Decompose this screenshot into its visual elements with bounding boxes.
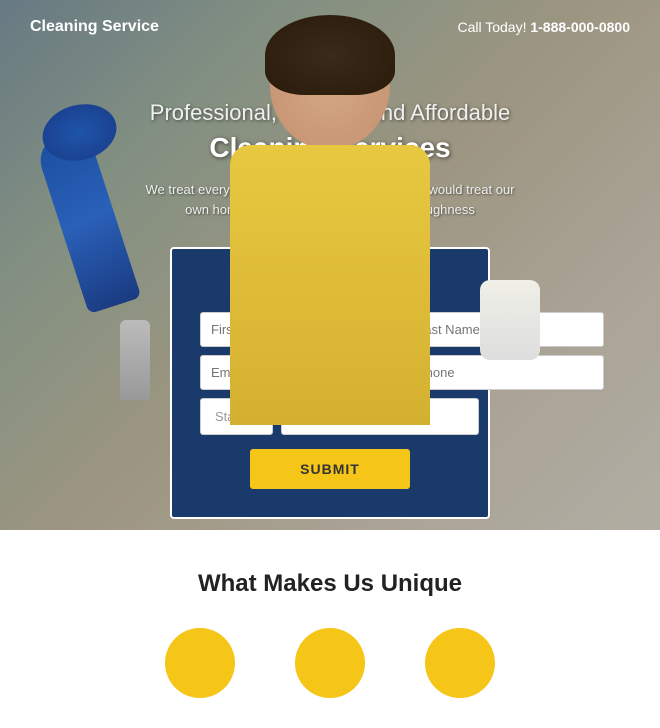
bottom-section: What Makes Us Unique [0, 530, 660, 728]
circle-item-1 [165, 628, 235, 708]
phone-display: Call Today! 1-888-000-0800 [457, 19, 630, 35]
phone-number: 1-888-000-0800 [530, 19, 630, 35]
circles-row [30, 628, 630, 708]
circle-item-2 [295, 628, 365, 708]
circle-icon-1 [165, 628, 235, 698]
site-logo: Cleaning Service [30, 18, 159, 36]
phone-label: Call Today! [457, 19, 526, 35]
hero-section: Cleaning Service Call Today! 1-888-000-0… [0, 0, 660, 530]
circle-item-3 [425, 628, 495, 708]
circle-icon-2 [295, 628, 365, 698]
phone-input[interactable] [406, 355, 604, 390]
bottom-title: What Makes Us Unique [30, 570, 630, 598]
circle-icon-3 [425, 628, 495, 698]
submit-button[interactable]: SUBMIT [250, 449, 410, 489]
submit-row: SUBMIT [200, 449, 460, 489]
page-header: Cleaning Service Call Today! 1-888-000-0… [0, 0, 660, 54]
